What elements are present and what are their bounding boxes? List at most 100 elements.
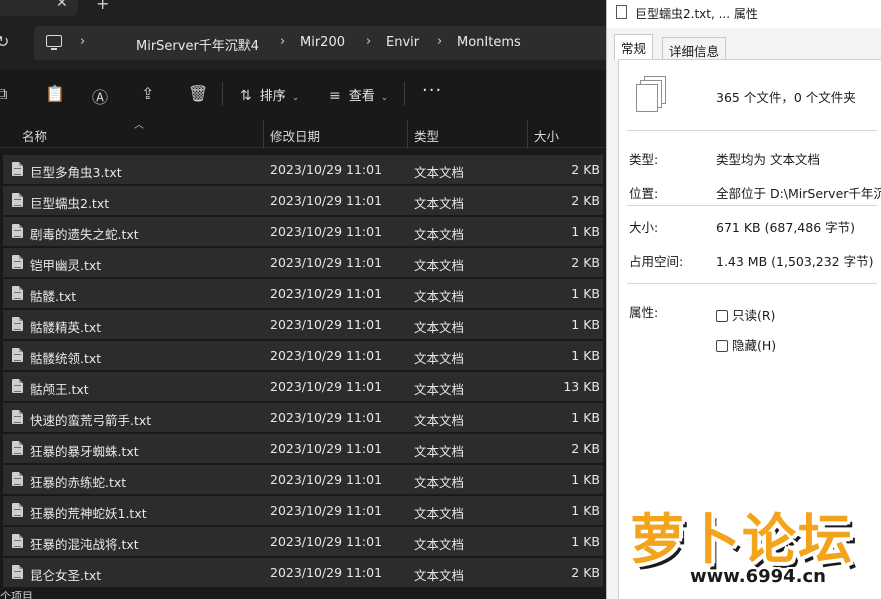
file-name: 巨型蠕虫2.txt [30,196,110,211]
chevron-right-icon[interactable]: › [366,34,371,49]
file-date: 2023/10/29 11:01 [270,193,383,208]
text-file-icon [12,348,23,362]
file-size: 2 KB [571,162,600,177]
watermark-url: www.6994.cn [690,566,826,587]
file-name: 狂暴的暴牙蜘蛛.txt [30,444,139,459]
file-type: 文本文档 [414,258,465,273]
file-size: 1 KB [571,224,600,239]
disk-size-value: 1.43 MB (1,503,232 字节) [716,254,874,269]
readonly-checkbox[interactable]: 只读(R) [716,305,775,324]
file-size: 1 KB [571,410,600,425]
size-label: 大小: [629,220,659,235]
file-size: 1 KB [571,534,600,549]
file-size: 1 KB [571,348,600,363]
delete-icon[interactable]: 🗑 [188,84,208,103]
breadcrumb-item[interactable]: MirServer千年沉默4 [136,35,259,54]
breadcrumb-item[interactable]: MonItems [457,35,521,50]
file-name: 铠甲幽灵.txt [30,258,102,273]
file-type: 文本文档 [414,196,465,211]
file-row[interactable]: 快速的蛮荒弓箭手.txt 2023/10/29 11:01 文本文档 1 KB [3,403,603,432]
file-row[interactable]: 狂暴的暴牙蜘蛛.txt 2023/10/29 11:01 文本文档 2 KB [3,434,603,463]
file-size: 1 KB [571,286,600,301]
hidden-checkbox[interactable]: 隐藏(H) [716,335,776,354]
toolbar-divider [222,82,223,106]
explorer-tab[interactable]: ✕ [0,0,78,16]
file-row[interactable]: 骷髅.txt 2023/10/29 11:01 文本文档 1 KB [3,279,603,308]
file-name: 巨型多角虫3.txt [30,165,122,180]
file-explorer-window: ✕ + ↻ › MirServer千年沉默4 › Mir200 › Envir … [0,0,606,599]
rename-icon[interactable]: Ⓐ [92,84,108,108]
divider [627,130,877,131]
dialog-title: 巨型蠕虫2.txt, ... 属性 [635,7,758,21]
text-file-icon [12,534,23,548]
file-row[interactable]: 剧毒的遗失之蛇.txt 2023/10/29 11:01 文本文档 1 KB [3,217,603,246]
column-size[interactable]: 大小 [534,126,559,145]
file-type: 文本文档 [414,444,465,459]
file-row[interactable]: 狂暴的荒神蛇妖1.txt 2023/10/29 11:01 文本文档 1 KB [3,496,603,525]
file-row[interactable]: 巨型多角虫3.txt 2023/10/29 11:01 文本文档 2 KB [3,155,603,184]
file-date: 2023/10/29 11:01 [270,503,383,518]
file-row[interactable]: 昆仑女圣.txt 2023/10/29 11:01 文本文档 2 KB [3,558,603,587]
file-row[interactable]: 狂暴的混沌战将.txt 2023/10/29 11:01 文本文档 1 KB [3,527,603,556]
navigation-bar: ↻ › MirServer千年沉默4 › Mir200 › Envir › Mo… [0,16,606,70]
column-type[interactable]: 类型 [414,126,439,145]
file-size: 13 KB [563,379,600,394]
computer-icon[interactable] [46,35,62,50]
chevron-right-icon[interactable]: › [437,34,442,49]
tab-details[interactable]: 详细信息 [662,37,727,60]
breadcrumb-item[interactable]: Mir200 [300,35,345,50]
disk-size-label: 占用空间: [629,254,684,269]
file-type: 文本文档 [414,351,465,366]
file-date: 2023/10/29 11:01 [270,255,383,270]
file-size: 2 KB [571,193,600,208]
column-name[interactable]: 名称 [22,126,47,145]
file-row[interactable]: 巨型蠕虫2.txt 2023/10/29 11:01 文本文档 2 KB [3,186,603,215]
column-divider[interactable] [407,120,408,148]
divider [627,205,877,206]
file-row[interactable]: 骷髅精英.txt 2023/10/29 11:01 文本文档 1 KB [3,310,603,339]
file-row[interactable]: 铠甲幽灵.txt 2023/10/29 11:01 文本文档 2 KB [3,248,603,277]
attributes-label: 属性: [629,305,659,320]
sort-button[interactable]: ⇅ 排序 ⌄ [240,85,299,104]
new-tab-icon[interactable]: + [96,0,109,13]
address-bar[interactable]: › MirServer千年沉默4 › Mir200 › Envir › MonI… [34,26,606,60]
file-name: 骷髅精英.txt [30,320,102,335]
file-size: 1 KB [571,472,600,487]
chevron-right-icon[interactable]: › [80,34,85,49]
status-bar: 个项目 [0,590,33,599]
chevron-right-icon[interactable]: › [280,34,285,49]
chevron-down-icon: ⌄ [380,93,389,103]
file-row[interactable]: 骷颅王.txt 2023/10/29 11:01 文本文档 13 KB [3,372,603,401]
column-date[interactable]: 修改日期 [270,126,320,145]
close-tab-icon[interactable]: ✕ [56,0,68,11]
text-file-icon [12,503,23,517]
breadcrumb-item[interactable]: Envir [386,35,419,50]
checkbox-box[interactable] [716,340,728,352]
file-type: 文本文档 [414,382,465,397]
hidden-label: 隐藏(H) [732,338,777,353]
view-icon: ≡ [329,88,341,104]
tab-general[interactable]: 常规 [614,34,654,60]
page-shape [636,84,658,112]
file-name: 快速的蛮荒弓箭手.txt [30,413,152,428]
view-label: 查看 [348,89,375,104]
type-label: 类型: [629,152,659,167]
more-options-button[interactable]: ··· [422,80,442,101]
column-divider[interactable] [527,120,528,148]
sort-icon: ⇅ [240,88,252,104]
checkbox-box[interactable] [716,310,728,322]
file-date: 2023/10/29 11:01 [270,410,383,425]
view-button[interactable]: ≡ 查看 ⌄ [329,85,388,104]
file-size: 2 KB [571,565,600,580]
paste-icon[interactable]: 📋 [45,84,65,103]
file-row[interactable]: 骷髅统领.txt 2023/10/29 11:01 文本文档 1 KB [3,341,603,370]
text-file-icon [12,441,23,455]
dialog-title-bar[interactable]: 巨型蠕虫2.txt, ... 属性 [607,0,881,28]
file-row[interactable]: 狂暴的赤练蛇.txt 2023/10/29 11:01 文本文档 1 KB [3,465,603,494]
refresh-icon[interactable]: ↻ [0,32,9,51]
share-icon[interactable]: ⇪ [141,84,154,103]
column-divider[interactable] [263,120,264,148]
file-type: 文本文档 [414,475,465,490]
copy-icon[interactable]: ⧉ [0,84,7,104]
file-type: 文本文档 [414,289,465,304]
